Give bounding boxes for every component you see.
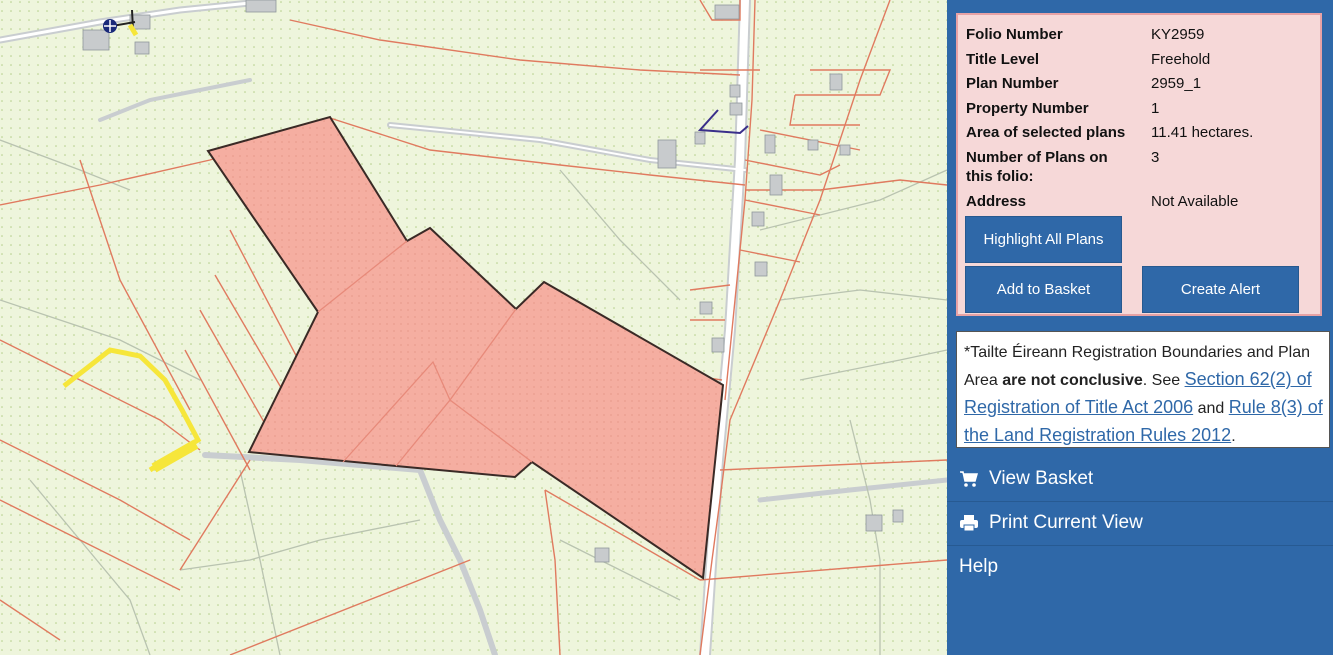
disclaimer-text: and <box>1193 400 1229 417</box>
info-label: Address <box>966 193 1027 210</box>
info-label: Number of Plans on this folio: <box>966 149 1108 185</box>
highlight-all-plans-button[interactable]: Highlight All Plans <box>965 216 1122 263</box>
add-to-basket-button[interactable]: Add to Basket <box>965 266 1122 313</box>
print-current-view-link[interactable]: Print Current View <box>947 501 1333 545</box>
help-link[interactable]: Help <box>947 545 1333 589</box>
info-value: KY2959 <box>1151 26 1205 43</box>
info-row-plan-number: Plan Number 2959_1 <box>966 74 1201 93</box>
info-row-property-number: Property Number 1 <box>966 99 1159 118</box>
info-row-folio-number: Folio Number KY2959 <box>966 25 1204 44</box>
info-row-title-level: Title Level Freehold <box>966 50 1210 69</box>
view-basket-label: View Basket <box>989 468 1094 489</box>
info-label: Area of selected plans <box>966 124 1126 141</box>
view-basket-link[interactable]: View Basket <box>947 457 1333 501</box>
disclaimer-box: *Tailte Éireann Registration Boundaries … <box>956 331 1330 448</box>
side-panel: Folio Number KY2959 Title Level Freehold… <box>947 0 1333 655</box>
print-current-view-label: Print Current View <box>989 512 1143 533</box>
disclaimer-bold: are not conclusive <box>1002 372 1143 389</box>
map-canvas[interactable] <box>0 0 947 655</box>
info-label: Folio Number <box>966 26 1063 43</box>
info-label: Property Number <box>966 100 1089 117</box>
folio-info-box: Folio Number KY2959 Title Level Freehold… <box>956 13 1322 316</box>
info-row-number-of-plans: Number of Plans on this folio: 3 <box>966 148 1159 186</box>
info-value: 1 <box>1151 100 1160 117</box>
cart-icon <box>959 470 979 488</box>
info-value: 11.41 hectares. <box>1151 124 1254 141</box>
info-row-area: Area of selected plans 11.41 hectares. <box>966 123 1253 142</box>
info-label: Plan Number <box>966 75 1059 92</box>
info-row-address: Address Not Available <box>966 192 1238 211</box>
map-view[interactable] <box>0 0 947 655</box>
info-label: Title Level <box>966 51 1040 68</box>
create-alert-button[interactable]: Create Alert <box>1142 266 1299 313</box>
info-value: 2959_1 <box>1151 75 1202 92</box>
disclaimer-text: . See <box>1142 372 1185 389</box>
help-label: Help <box>959 556 999 577</box>
info-value: 3 <box>1151 149 1160 166</box>
printer-icon <box>959 514 979 532</box>
info-value: Not Available <box>1151 193 1239 210</box>
info-value: Freehold <box>1151 51 1211 68</box>
disclaimer-end: . <box>1231 428 1236 445</box>
